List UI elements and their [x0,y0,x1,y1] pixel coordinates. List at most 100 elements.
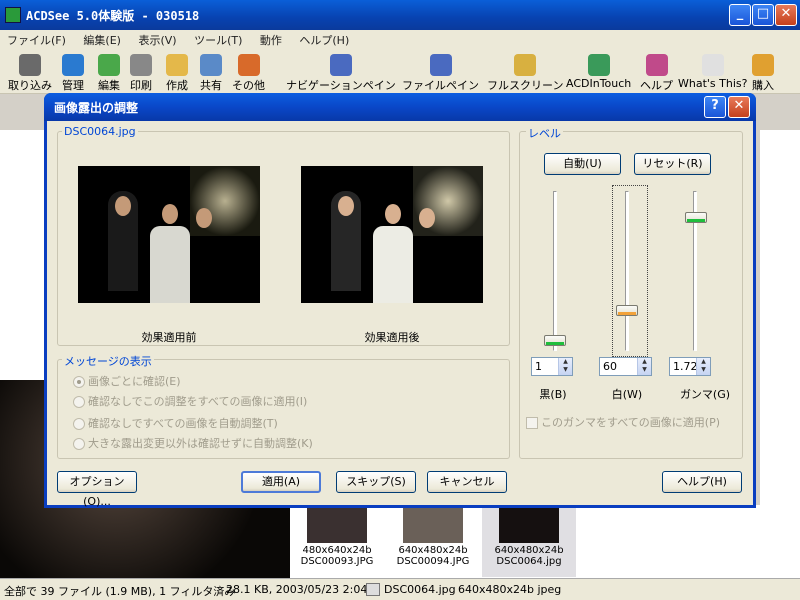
menu-file[interactable]: ファイル(F) [0,30,73,50]
spin-arrows-icon[interactable]: ▲ ▼ [696,358,710,375]
thumbnail-name: DSC00094.JPG [396,556,470,567]
buy-icon [752,54,774,76]
thumbnail-name: DSC0064.jpg [496,556,562,567]
options-button[interactable]: オプション(O)... [57,471,137,508]
radio-apply-all[interactable]: 確認なしでこの調整をすべての画像に適用(I) [73,393,307,409]
preview-group-label: DSC0064.jpg [62,125,138,138]
auto-button[interactable]: 自動(U) [544,153,621,175]
after-caption: 効果適用後 [364,331,420,344]
toolbar-whats-this[interactable]: What's This? [678,54,747,90]
globe-icon [587,54,610,76]
status-bar: 全部で 39 ファイル (1.9 MB), 1 フィルタ済み 28.1 KB, … [0,578,800,600]
thumbnail-strip: 480x640x24b DSC00093.JPG 640x480x24b DSC… [290,505,760,578]
thumbnail-name: DSC00093.JPG [300,556,374,567]
menu-edit[interactable]: 編集(E) [76,30,128,50]
manage-icon [62,54,84,76]
toolbar-other[interactable]: その他 [232,54,265,93]
apply-button[interactable]: 適用(A) [241,471,321,493]
gamma-value-input[interactable]: 1.72 ▲ ▼ [669,357,711,376]
level-group-label: レベル [526,125,563,141]
menu-bar: ファイル(F) 編集(E) 表示(V) ツール(T) 動作 ヘルプ(H) [0,30,800,48]
white-label: 白(W) [611,388,643,401]
file-list-pane[interactable] [760,130,800,578]
spin-arrows-icon[interactable]: ▲ ▼ [558,358,572,375]
after-preview-image [301,166,483,303]
acquire-icon [19,54,41,76]
message-group-label: メッセージの表示 [62,353,154,369]
skip-button[interactable]: スキップ(S) [336,471,416,493]
menu-view[interactable]: 表示(V) [131,30,183,50]
white-slider-track[interactable] [625,191,629,351]
white-value-input[interactable]: 60 ▲ ▼ [599,357,652,376]
thumbnail-item-selected[interactable]: 640x480x24b DSC0064.jpg [482,505,576,577]
main-toolbar: 取り込み 管理 編集 印刷 作成 共有 その他 ナビゲーションペイン ファイルペ… [0,48,800,94]
thumbnail-dims: 640x480x24b [398,545,468,556]
gamma-label: ガンマ(G) [679,388,731,401]
toolbar-acquire[interactable]: 取り込み [8,54,52,93]
thumbnail-image [307,505,367,543]
radio-auto-adjust-except-large[interactable]: 大きな露出変更以外は確認せずに自動調整(K) [73,435,313,451]
black-slider-track[interactable] [553,191,557,351]
toolbar-share[interactable]: 共有 [200,54,222,93]
black-label: 黒(B) [539,388,567,401]
toolbar-print[interactable]: 印刷 [130,54,152,93]
white-slider-thumb[interactable] [616,305,638,316]
menu-action[interactable]: 動作 [253,30,289,50]
spin-arrows-icon[interactable]: ▲ ▼ [637,358,651,375]
help-book-icon [645,54,668,76]
jpeg-file-icon [366,583,380,596]
printer-icon [130,54,152,76]
toolbar-acdintouch[interactable]: ACDInTouch [566,54,631,90]
dialog-help-button[interactable]: ? [704,96,726,118]
menu-help[interactable]: ヘルプ(H) [292,30,356,50]
thumbnail-dims: 480x640x24b [302,545,372,556]
toolbar-buy[interactable]: 購入 [752,54,774,93]
gamma-slider-thumb[interactable] [685,212,707,223]
reset-button[interactable]: リセット(R) [634,153,711,175]
radio-confirm-each[interactable]: 画像ごとに確認(E) [73,373,181,389]
toolbar-edit[interactable]: 編集 [98,54,120,93]
toolbar-navigation-pane[interactable]: ナビゲーションペイン [286,54,396,93]
dialog-close-button[interactable]: ✕ [728,96,750,118]
toolbar-help[interactable]: ヘルプ [640,54,673,93]
thumbnail-dims: 640x480x24b [494,545,564,556]
radio-auto-adjust-all[interactable]: 確認なしですべての画像を自動調整(T) [73,415,278,431]
pane-icon [429,54,452,76]
status-file-name: DSC0064.jpg [384,583,456,596]
black-slider-thumb[interactable] [544,335,566,346]
create-icon [166,54,188,76]
toolbar-fullscreen[interactable]: フルスクリーン [487,54,563,93]
close-button[interactable]: ✕ [775,4,797,26]
status-image-info: 640x480x24b jpeg [458,583,562,596]
acdsee-app-icon [5,7,21,23]
black-value-input[interactable]: 1 ▲ ▼ [531,357,573,376]
maximize-button[interactable]: □ [752,4,774,26]
edit-icon [98,54,120,76]
thumbnail-image [499,505,559,543]
gamma-apply-all-checkbox[interactable]: このガンマをすべての画像に適用(P) [526,414,720,430]
toolbar-file-pane[interactable]: ファイルペイン [402,54,479,93]
pane-icon [329,54,352,76]
toolbar-create[interactable]: 作成 [166,54,188,93]
minimize-button[interactable]: _ [729,4,751,26]
before-caption: 効果適用前 [141,331,197,344]
menu-tools[interactable]: ツール(T) [187,30,249,50]
main-title-bar: ACDSee 5.0体験版 - 030518 _ □ ✕ [0,0,800,30]
cancel-button[interactable]: キャンセル [427,471,507,493]
dialog-title-bar: 画像露出の調整 ? ✕ [44,93,756,121]
thumbnail-item[interactable]: 640x480x24b DSC00094.JPG [386,505,480,577]
folder-tree-pane[interactable] [0,130,50,380]
before-preview-image [78,166,260,303]
help-button[interactable]: ヘルプ(H) [662,471,742,493]
status-summary: 全部で 39 ファイル (1.9 MB), 1 フィルタ済み [4,585,236,598]
toolbar-manage[interactable]: 管理 [62,54,84,93]
dialog-title: 画像露出の調整 [54,101,139,115]
white-slider-focus [612,185,648,357]
main-window-title: ACDSee 5.0体験版 - 030518 [26,9,200,23]
whats-this-icon [701,54,724,76]
share-icon [200,54,222,76]
other-icon [237,54,260,76]
status-file-info: 28.1 KB, 2003/05/23 2:04 [226,583,368,596]
thumbnail-image [403,505,463,543]
thumbnail-item[interactable]: 480x640x24b DSC00093.JPG [290,505,384,577]
